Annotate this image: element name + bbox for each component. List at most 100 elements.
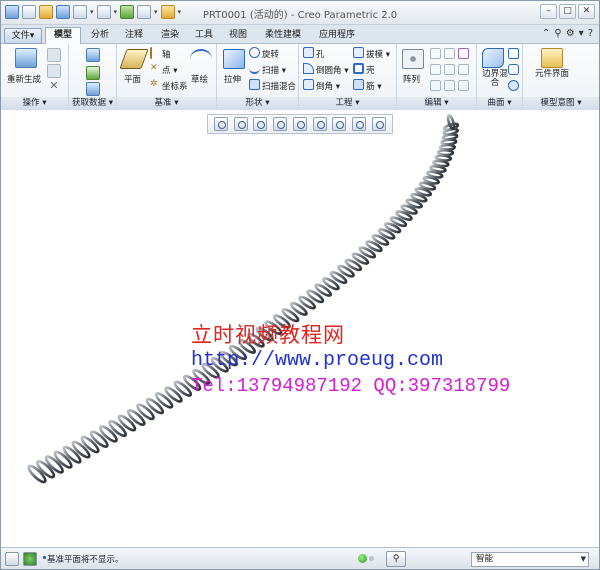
tab-flexible-modeling[interactable]: 柔性建模 bbox=[257, 28, 309, 44]
group-model-intent: 元件界面 模型意图 ▾ bbox=[523, 44, 599, 110]
help-icon[interactable]: ? bbox=[588, 28, 593, 39]
group-label-datum[interactable]: 基准 ▾ bbox=[117, 97, 216, 110]
tab-render[interactable]: 渲染 bbox=[153, 28, 187, 44]
coil-turn bbox=[80, 435, 100, 454]
group-get-data: 获取数据 ▾ bbox=[69, 44, 117, 110]
project-icon[interactable] bbox=[458, 48, 469, 59]
extrude-icon bbox=[223, 49, 245, 69]
tab-applications[interactable]: 应用程序 bbox=[311, 28, 363, 44]
help-controls: ⌃ ⚲ ⚙ ▾ ? bbox=[542, 28, 593, 39]
rib-icon bbox=[353, 79, 364, 90]
tab-view[interactable]: 视图 bbox=[221, 28, 255, 44]
round-icon bbox=[303, 63, 314, 74]
settings-icon[interactable]: ⚙ bbox=[566, 28, 575, 39]
component-interface-icon bbox=[541, 48, 563, 68]
regenerate-button[interactable]: 重新生成 bbox=[7, 46, 47, 86]
group-operations: 重新生成 ✕ 操作 ▾ bbox=[1, 44, 69, 110]
coil-turn bbox=[108, 419, 127, 438]
sketch-button[interactable]: 草绘 bbox=[187, 46, 215, 86]
regen-status-icon bbox=[358, 554, 367, 563]
sweep-icon bbox=[249, 63, 260, 74]
coil-turn bbox=[126, 408, 146, 427]
intersect-icon[interactable] bbox=[430, 80, 441, 91]
chamfer-icon bbox=[303, 79, 314, 90]
pattern-button[interactable]: 阵列 bbox=[401, 46, 425, 86]
mirror-icon[interactable] bbox=[430, 48, 441, 59]
paste-icon[interactable] bbox=[47, 64, 61, 78]
group-label-shape[interactable]: 形状 ▾ bbox=[217, 97, 298, 110]
csys-icon: ✲ bbox=[150, 79, 158, 89]
status-message: 基准平面将不显示。 bbox=[47, 555, 124, 565]
copy-icon[interactable] bbox=[47, 48, 61, 62]
trim-icon[interactable] bbox=[458, 64, 469, 75]
coil-turn bbox=[154, 392, 174, 409]
extend-icon[interactable] bbox=[444, 48, 455, 59]
coil-turn bbox=[136, 403, 155, 421]
wrap-icon[interactable] bbox=[458, 80, 469, 91]
regenerate-icon bbox=[15, 48, 37, 68]
revolve-icon bbox=[249, 47, 260, 58]
close-icon[interactable]: ✕ bbox=[578, 4, 595, 19]
group-label-get-data[interactable]: 获取数据 ▾ bbox=[69, 97, 116, 110]
find-icon[interactable]: ⚲ bbox=[386, 551, 406, 567]
watermark-contact: Tel:13794987192 QQ:397318799 bbox=[191, 375, 511, 397]
fill-icon[interactable] bbox=[508, 48, 519, 59]
selection-filter[interactable]: 智能 ▼ bbox=[471, 552, 589, 567]
graphics-window[interactable]: 立时视频教程网 http://www.proeug.com Tel:137949… bbox=[1, 110, 599, 547]
copy-geometry-icon[interactable] bbox=[86, 66, 100, 80]
dropdown-icon[interactable]: ▾ bbox=[579, 28, 584, 39]
coil-turn bbox=[173, 380, 193, 397]
ribbon: 重新生成 ✕ 操作 ▾ 获取数据 ▾ 平面 轴 ✕ 点 ▾ ✲ 坐标系 草绘 基… bbox=[1, 44, 599, 110]
tab-file[interactable]: 文件▾ bbox=[4, 28, 42, 44]
hole-icon bbox=[303, 47, 314, 58]
plane-icon bbox=[119, 49, 149, 69]
search-icon[interactable]: ⚲ bbox=[554, 28, 561, 39]
watermark-url: http://www.proeug.com bbox=[191, 349, 444, 372]
boundary-blend-button[interactable]: 边界混合 bbox=[479, 46, 508, 90]
sketch-icon bbox=[190, 49, 212, 69]
status-bar: 基准平面将不显示。 ⚲ 智能 ▼ bbox=[1, 547, 599, 569]
delete-icon[interactable]: ✕ bbox=[47, 80, 61, 94]
group-label-surface[interactable]: 曲面 ▾ bbox=[477, 97, 522, 110]
creo-window: ▾ ▾ ▾ ▾ PRT0001 (活动的) - Creo Parametric … bbox=[0, 0, 600, 570]
tab-tools[interactable]: 工具 bbox=[187, 28, 221, 44]
plane-button[interactable]: 平面 bbox=[119, 46, 149, 86]
component-interface-button[interactable]: 元件界面 bbox=[535, 46, 569, 90]
coil-turn bbox=[117, 414, 137, 432]
maximize-icon[interactable]: □ bbox=[559, 4, 576, 19]
style-icon[interactable] bbox=[508, 80, 519, 91]
user-defined-feature-icon[interactable] bbox=[86, 48, 100, 62]
regen-status-secondary-icon bbox=[369, 556, 374, 561]
extrude-button[interactable]: 拉伸 bbox=[220, 46, 248, 86]
watermark-site-name: 立时视频教程网 bbox=[191, 323, 345, 347]
browser-toggle-icon[interactable] bbox=[23, 552, 37, 566]
coil-turn bbox=[164, 386, 183, 403]
tab-model[interactable]: 模型 bbox=[45, 27, 81, 44]
chevron-down-icon: ▼ bbox=[580, 555, 586, 563]
freestyle-icon[interactable] bbox=[508, 64, 519, 75]
offset-icon[interactable] bbox=[444, 64, 455, 75]
axis-icon bbox=[150, 47, 160, 59]
ribbon-tabs: 文件▾ 模型 分析 注释 渲染 工具 视图 柔性建模 应用程序 ⌃ ⚲ ⚙ ▾ … bbox=[1, 25, 599, 44]
group-label-edit[interactable]: 编辑 ▾ bbox=[397, 97, 476, 110]
tab-analysis[interactable]: 分析 bbox=[83, 28, 117, 44]
shell-icon bbox=[353, 63, 364, 74]
minimize-icon[interactable]: – bbox=[540, 4, 557, 19]
ribbon-collapse-icon[interactable]: ⌃ bbox=[542, 28, 550, 39]
group-datum: 平面 轴 ✕ 点 ▾ ✲ 坐标系 草绘 基准 ▾ bbox=[117, 44, 217, 110]
group-label-model-intent[interactable]: 模型意图 ▾ bbox=[523, 97, 599, 110]
group-edit: 阵列 编辑 ▾ bbox=[397, 44, 477, 110]
group-label-engineering[interactable]: 工程 ▾ bbox=[299, 97, 396, 110]
coil-turn bbox=[71, 440, 91, 459]
point-icon: ✕ bbox=[150, 63, 158, 73]
navigator-toggle-icon[interactable] bbox=[5, 552, 19, 566]
boundary-blend-icon bbox=[482, 48, 504, 68]
group-label-operations[interactable]: 操作 ▾ bbox=[1, 97, 68, 110]
group-engineering: 孔 倒圆角 ▾ 倒角 ▾ 拔模 ▾ 壳 筋 ▾ 工程 ▾ bbox=[299, 44, 397, 110]
coil-turn bbox=[89, 430, 109, 448]
merge-edit-icon[interactable] bbox=[430, 64, 441, 75]
tab-annotate[interactable]: 注释 bbox=[117, 28, 151, 44]
merge-icon[interactable] bbox=[86, 82, 100, 96]
window-title: PRT0001 (活动的) - Creo Parametric 2.0 bbox=[202, 10, 398, 21]
solidify-icon[interactable] bbox=[444, 80, 455, 91]
